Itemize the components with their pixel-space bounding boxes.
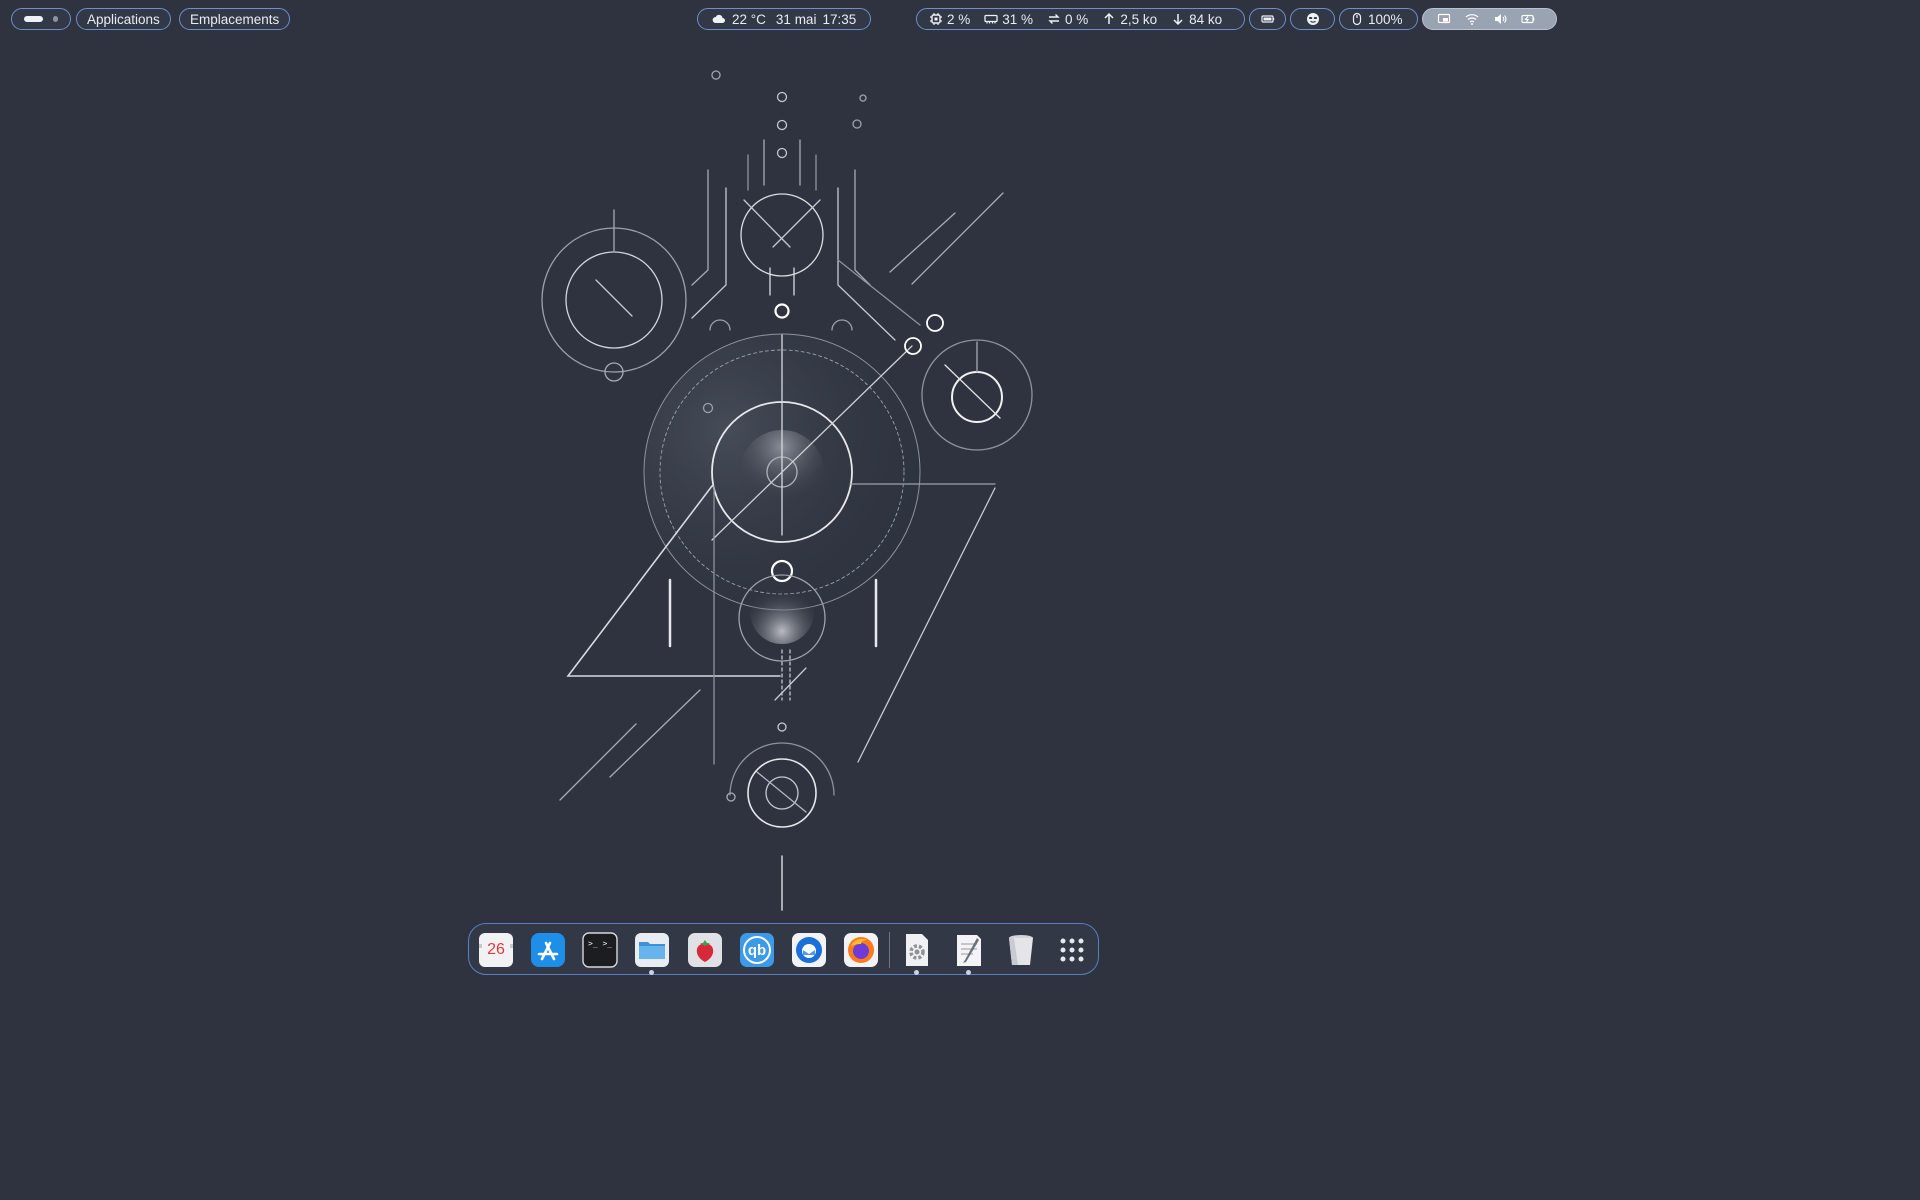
wifi-icon: [1465, 12, 1479, 26]
swap-usage: 0 %: [1065, 11, 1089, 27]
dock-item-firefox[interactable]: [843, 932, 879, 968]
cloud-icon: [712, 12, 726, 26]
app-grid-icon: [1060, 938, 1084, 962]
places-menu-button[interactable]: Emplacements: [179, 8, 291, 30]
qbittorrent-label: qb: [747, 941, 767, 959]
battery-indicator[interactable]: [1249, 8, 1286, 30]
upload-rate: 2,5 ko: [1120, 11, 1158, 27]
cpu-icon: [929, 12, 943, 26]
terminal-prompt: >_ >_: [588, 939, 613, 948]
volume-icon: [1493, 12, 1507, 26]
text-editor-icon: [957, 935, 981, 966]
dock-item-qbittorrent[interactable]: qb: [739, 932, 775, 968]
running-indicator-files: [649, 970, 654, 975]
arrow-up-icon: [1102, 12, 1116, 26]
mouse-icon: [1350, 12, 1364, 26]
strawberry-icon: [688, 933, 722, 967]
firefox-icon: [844, 933, 878, 967]
date: 31 mai: [775, 11, 817, 27]
running-indicator-settings: [914, 970, 919, 975]
clock-weather-button[interactable]: 22 °C 31 mai 17:35: [697, 8, 871, 30]
app-store-icon: [531, 933, 565, 967]
dock-item-terminal[interactable]: >_ >_: [582, 932, 618, 968]
dock-item-text-editor[interactable]: [951, 932, 987, 968]
dock-item-trash[interactable]: [1003, 932, 1039, 968]
folder-icon: [635, 933, 669, 967]
activities-button[interactable]: [11, 8, 71, 30]
emoji-menu-button[interactable]: [1290, 8, 1335, 30]
memory-usage: 31 %: [1002, 11, 1034, 27]
temperature: 22 °C: [732, 11, 766, 27]
desktop-wallpaper: [541, 70, 1033, 911]
screen-icon: [1437, 12, 1451, 26]
system-status-menu[interactable]: [1422, 8, 1557, 30]
dock-item-strawberry[interactable]: [687, 932, 723, 968]
mouse-battery-indicator[interactable]: 100%: [1339, 8, 1418, 30]
places-label: Emplacements: [190, 11, 280, 27]
download-rate: 84 ko: [1189, 11, 1223, 27]
system-monitor[interactable]: 2 % 31 % 0 % 2,5 ko 84 ko: [916, 8, 1245, 30]
dock-item-calendar[interactable]: 26: [478, 932, 514, 968]
dock-separator: [889, 932, 890, 968]
settings-icon: [906, 934, 928, 966]
emoji-face-icon: [1306, 12, 1320, 26]
time: 17:35: [822, 11, 857, 27]
dock-item-app-grid[interactable]: [1054, 932, 1090, 968]
battery-icon: [1260, 12, 1275, 26]
calendar-day: 26: [487, 941, 505, 958]
applications-label: Applications: [87, 11, 160, 27]
swap-icon: [1047, 12, 1061, 26]
dock: 26 >_ >_ qb: [468, 923, 1099, 975]
applications-menu-button[interactable]: Applications: [76, 8, 171, 30]
dock-item-app-store[interactable]: [530, 932, 566, 968]
dock-item-thunderbird[interactable]: [791, 932, 827, 968]
thunderbird-icon: [792, 933, 826, 967]
mouse-battery-level: 100%: [1368, 11, 1403, 27]
workspace-indicator-icon: [24, 16, 44, 22]
workspace-dot-icon: [53, 16, 58, 22]
terminal-icon: [582, 932, 618, 968]
dock-item-settings[interactable]: [899, 932, 935, 968]
running-indicator-text-editor: [966, 970, 971, 975]
cpu-usage: 2 %: [947, 11, 971, 27]
memory-icon: [984, 12, 998, 26]
trash-icon: [1009, 935, 1033, 965]
dock-item-files[interactable]: [634, 932, 670, 968]
battery-charging-icon: [1521, 12, 1535, 26]
arrow-down-icon: [1171, 12, 1185, 26]
